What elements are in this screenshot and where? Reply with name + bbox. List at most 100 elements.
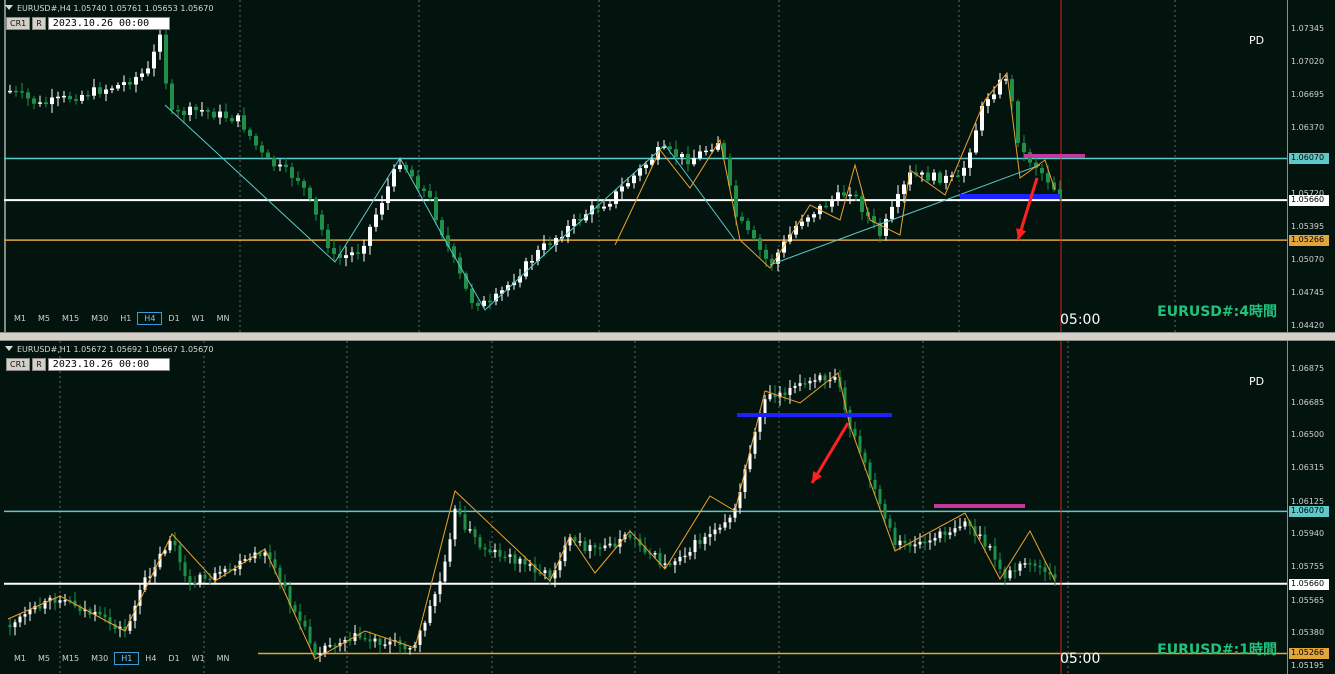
candle-body [938,172,942,183]
candle-body [698,540,702,544]
timeframe-h4-button[interactable]: H4 [137,312,163,325]
date-input[interactable]: 2023.10.26 00:00 [47,358,170,371]
candle-body [968,152,972,168]
date-input[interactable]: 2023.10.26 00:00 [47,17,170,30]
timeframe-m5-button[interactable]: M5 [32,312,56,325]
candle-body [470,288,474,303]
candle-body [524,261,528,277]
dropdown-triangle-icon[interactable] [5,346,13,351]
price-level-tag: 1.05660 [1289,195,1329,207]
candle-body [953,528,957,533]
candle-body [380,203,384,215]
candle-body [458,508,462,515]
timeframe-m1-button[interactable]: M1 [8,312,32,325]
timeframe-h1-button[interactable]: H1 [114,312,137,325]
price-tick-label: 1.05070 [1291,255,1325,264]
candle-body [478,537,482,548]
candle-body [363,637,367,640]
price-tick-label: 1.06500 [1291,430,1325,440]
candle-body [98,87,102,94]
candle-body [362,245,366,254]
candle-body [318,653,322,656]
candle-body [423,622,427,631]
candle-body [208,578,212,581]
candle-body [398,164,402,170]
candle-body [573,537,577,542]
symbol-ohlc-text: EURUSD#,H4 1.05740 1.05761 1.05653 1.056… [17,4,214,13]
h1-chart-pane[interactable]: EURUSD#,H1 1.05672 1.05692 1.05667 1.056… [0,340,1335,674]
candle-body [812,214,816,218]
h4-chart-canvas[interactable] [0,0,1335,333]
chart-header: EURUSD#,H1 1.05672 1.05692 1.05667 1.056… [5,345,213,354]
timeframe-d1-button[interactable]: D1 [162,312,185,325]
candle-body [716,143,720,150]
candle-body [182,110,186,116]
h1-chart-canvas[interactable] [0,341,1335,674]
candle-body [718,527,722,530]
timeframe-m15-button[interactable]: M15 [56,312,85,325]
timeframe-m1-button[interactable]: M1 [8,652,32,665]
candle-body [704,150,708,153]
candle-body [194,106,198,111]
candle-body [913,544,917,547]
candle-body [296,177,300,182]
candle-body [272,158,276,167]
candle-body [38,606,42,609]
candle-body [254,135,258,146]
candle-body [170,83,174,110]
candle-body [302,181,306,188]
timeframe-d1-button[interactable]: D1 [162,652,185,665]
timeframe-h1-button[interactable]: H1 [114,652,140,665]
candle-body [992,94,996,100]
timeframe-m30-button[interactable]: M30 [85,652,114,665]
candle-body [678,556,682,562]
price-level-tag: 1.05266 [1289,235,1329,247]
cr1-button[interactable]: CR1 [6,358,31,371]
price-level-tag: 1.05266 [1289,648,1329,660]
candle-body [218,111,222,118]
candle-body [428,606,432,623]
candle-body [140,73,144,77]
candle-body [416,176,420,189]
candle-body [508,554,512,557]
timeframe-w1-button[interactable]: W1 [186,652,211,665]
timeframe-h4-button[interactable]: H4 [139,652,162,665]
candle-body [333,645,337,647]
h4-chart-pane[interactable]: EURUSD#,H4 1.05740 1.05761 1.05653 1.056… [0,0,1335,333]
candle-body [860,196,864,213]
candle-body [523,558,527,565]
candle-body [303,620,307,627]
price-tick-label: 1.05565 [1291,595,1325,605]
candle-body [854,194,858,197]
r-button[interactable]: R [32,17,46,30]
candle-body [493,549,497,553]
price-tick-label: 1.06875 [1291,364,1325,373]
r-button[interactable]: R [32,358,46,371]
timeframe-mn-button[interactable]: MN [211,652,236,665]
dropdown-triangle-icon[interactable] [5,5,13,10]
timeframe-mn-button[interactable]: MN [211,312,236,325]
candle-body [674,149,678,158]
candle-body [298,611,302,621]
pane-separator[interactable] [0,333,1335,340]
timeframe-m30-button[interactable]: M30 [85,312,114,325]
timeframe-m5-button[interactable]: M5 [32,652,56,665]
candle-body [988,546,992,548]
candle-body [8,624,12,628]
cr1-button[interactable]: CR1 [6,17,31,30]
timeframe-m15-button[interactable]: M15 [56,652,85,665]
timeframe-w1-button[interactable]: W1 [186,312,211,325]
candle-body [608,543,612,546]
candle-body [542,243,546,250]
candle-body [203,574,207,579]
candle-body [758,415,762,432]
candle-body [206,110,210,112]
candle-body [1008,570,1012,579]
candle-body [448,539,452,562]
candle-body [896,194,900,207]
candle-body [110,88,114,91]
candle-body [63,600,67,602]
price-level-tag: 1.06070 [1289,506,1329,518]
candle-body [602,206,606,209]
candle-body [783,392,787,395]
